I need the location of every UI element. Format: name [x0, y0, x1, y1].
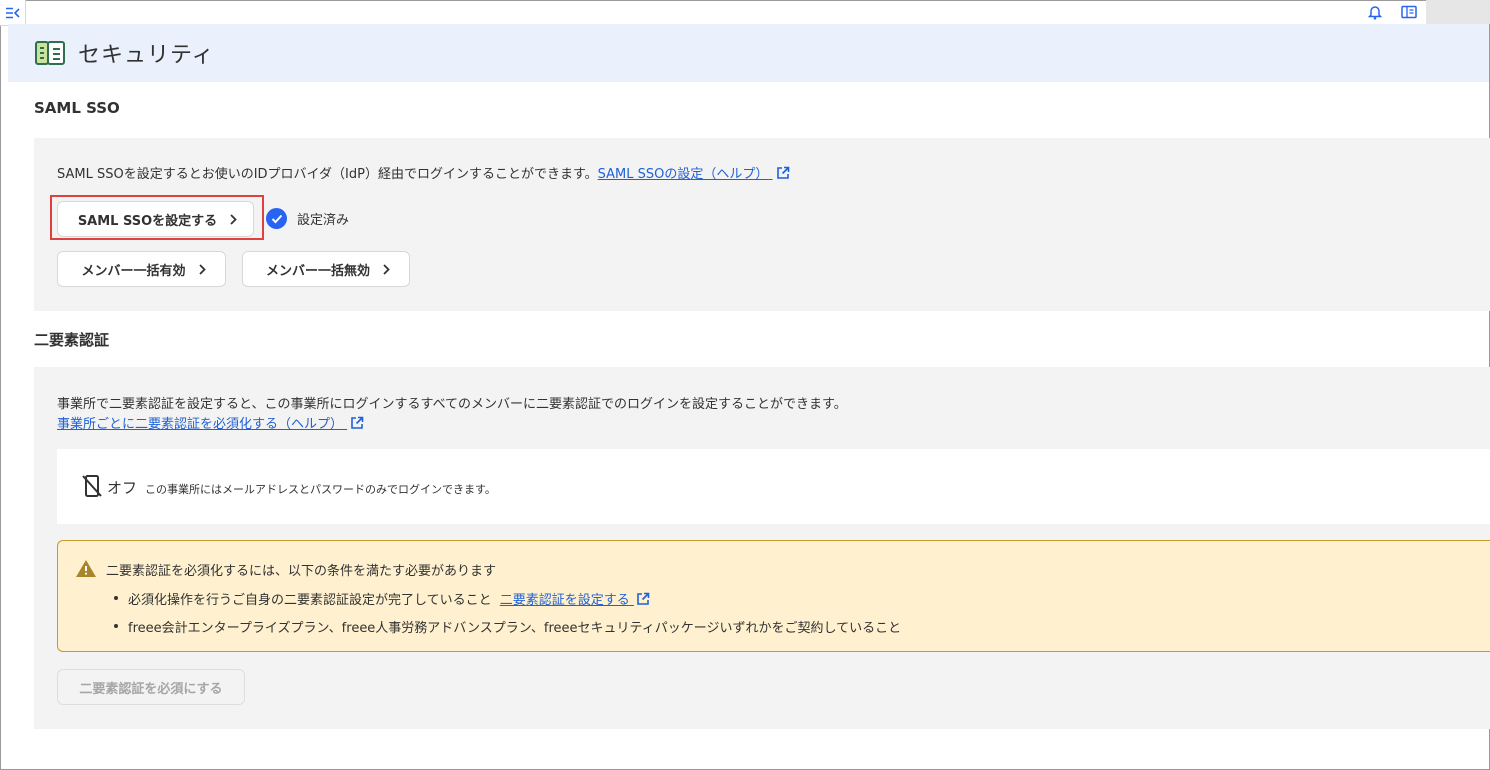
- saml-description-line: SAML SSOを設定するとお使いのIDプロバイダ（IdP）経由でログインするこ…: [57, 163, 790, 182]
- require-twofa-button[interactable]: 二要素認証を必須にする: [57, 669, 245, 705]
- saml-section-title: SAML SSO: [34, 99, 120, 117]
- bulk-disable-button[interactable]: メンバー一括無効: [242, 251, 410, 287]
- twofa-help-line: 事業所ごとに二要素認証を必須化する（ヘルプ）: [57, 413, 364, 432]
- warning-item-2: freee会計エンタープライズプラン、freee人事労務アドバンスプラン、fre…: [128, 621, 902, 636]
- chevron-right-icon: [383, 263, 390, 275]
- check-circle-icon: [266, 208, 287, 229]
- topbar-actions: [1358, 0, 1490, 24]
- sidebar-toggle-button[interactable]: [0, 0, 26, 26]
- saml-help-link[interactable]: SAML SSOの設定（ヘルプ）: [598, 166, 790, 182]
- company-switch-icon: [1401, 5, 1417, 19]
- twofa-section-title: 二要素認証: [34, 331, 110, 349]
- user-menu-area[interactable]: [1426, 0, 1490, 24]
- twofa-state-label: オフ: [107, 479, 138, 497]
- bulk-enable-button[interactable]: メンバー一括有効: [57, 251, 226, 287]
- warning-item-1: 必須化操作を行うご自身の二要素認証設定が完了していること 二要素認証を設定する: [128, 589, 650, 608]
- saml-status: 設定済み: [266, 208, 349, 229]
- saml-description: SAML SSOを設定するとお使いのIDプロバイダ（IdP）経由でログインするこ…: [57, 167, 598, 182]
- sidebar-toggle-icon: [5, 7, 20, 18]
- twofa-state-box: オフ この事業所にはメールアドレスとパスワードのみでログインできます。: [57, 449, 1490, 524]
- bell-icon: [1368, 6, 1382, 20]
- security-icon: [35, 41, 65, 65]
- saml-status-label: 設定済み: [297, 213, 350, 228]
- warning-icon: [76, 560, 96, 577]
- company-switch-button[interactable]: [1392, 0, 1426, 24]
- twofa-warning-box: 二要素認証を必須化するには、以下の条件を満たす必要があります 必須化操作を行うご…: [57, 540, 1490, 652]
- setup-twofa-link[interactable]: 二要素認証を設定する: [500, 592, 650, 608]
- twofa-description: 事業所で二要素認証を設定すると、この事業所にログインするすべてのメンバーに二要素…: [57, 397, 847, 412]
- twofa-help-link[interactable]: 事業所ごとに二要素認証を必須化する（ヘルプ）: [57, 416, 364, 432]
- notifications-button[interactable]: [1358, 0, 1392, 24]
- twofa-state-description: この事業所にはメールアドレスとパスワードのみでログインできます。: [145, 483, 496, 496]
- configure-button-highlight: [50, 195, 264, 240]
- saml-panel: SAML SSOを設定するとお使いのIDプロバイダ（IdP）経由でログインするこ…: [34, 138, 1490, 311]
- page-title: セキュリティ: [78, 43, 215, 68]
- chevron-right-icon: [198, 263, 206, 275]
- warning-title: 二要素認証を必須化するには、以下の条件を満たす必要があります: [106, 564, 497, 579]
- external-link-icon: [637, 592, 650, 605]
- list-bullet: [114, 596, 118, 600]
- page-header: セキュリティ: [8, 24, 1489, 82]
- external-link-icon: [351, 416, 364, 429]
- external-link-icon: [776, 166, 789, 179]
- twofa-panel: 事業所で二要素認証を設定すると、この事業所にログインするすべてのメンバーに二要素…: [34, 367, 1490, 729]
- list-bullet: [114, 624, 118, 628]
- phone-off-icon: [82, 475, 102, 497]
